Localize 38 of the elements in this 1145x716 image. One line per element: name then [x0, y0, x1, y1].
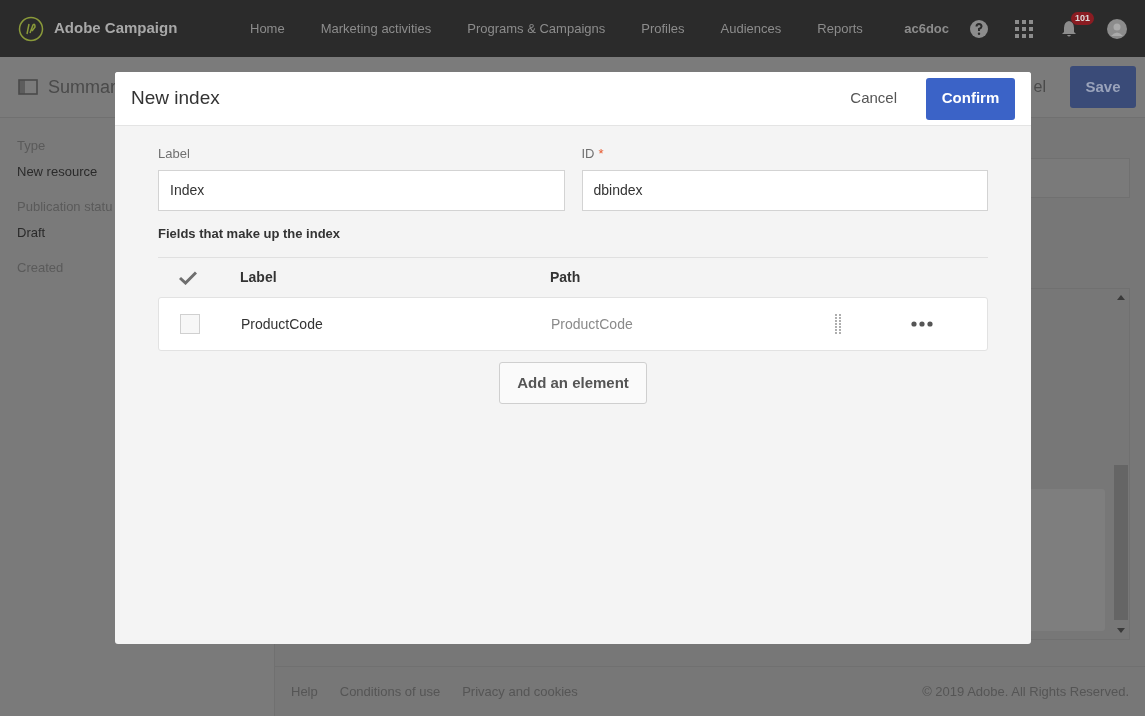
nav-link[interactable]: Audiences	[720, 18, 782, 39]
scroll-down-icon[interactable]	[1117, 628, 1125, 633]
table-row[interactable]: ProductCode ProductCode	[158, 297, 988, 351]
add-element-button[interactable]: Add an element	[499, 362, 647, 404]
nav-link[interactable]: Profiles	[641, 18, 685, 39]
label-input[interactable]: Index	[158, 169, 565, 211]
required-mark: *	[598, 145, 604, 163]
nav-link[interactable]: Reports	[817, 18, 863, 39]
dialog-title: New index	[131, 86, 220, 111]
column-header: Label	[240, 268, 278, 287]
user-name: ac6doc	[904, 19, 949, 38]
help-icon[interactable]	[969, 18, 989, 39]
column-header: Path	[550, 268, 581, 287]
field-value: New resource	[17, 162, 98, 181]
checkmark-icon[interactable]	[179, 270, 197, 285]
table-cell-text: ProductCode	[241, 314, 324, 334]
scroll-up-icon[interactable]	[1117, 295, 1125, 300]
notification-badge: 101	[1071, 11, 1095, 25]
confirm-button[interactable]: Confirm	[926, 77, 1015, 120]
drag-handle-icon[interactable]	[835, 314, 841, 334]
field-label: ID	[581, 145, 595, 163]
id-input[interactable]: dbindex	[581, 169, 988, 211]
brand-name: Adobe Campaign	[54, 18, 179, 39]
nav-link[interactable]: Marketing activities	[320, 18, 432, 39]
sidebar-toggle-icon[interactable]	[18, 79, 38, 95]
field-label: Label	[158, 145, 191, 163]
more-options-icon[interactable]	[911, 321, 933, 327]
field-value: Draft	[17, 223, 46, 242]
avatar-icon[interactable]	[1107, 18, 1127, 39]
row-checkbox[interactable]	[180, 314, 200, 334]
table-cell-text: ProductCode	[551, 314, 634, 334]
nav-link[interactable]: Home	[250, 18, 285, 39]
cancel-button[interactable]: Cancel	[838, 77, 909, 120]
logo-icon	[18, 15, 44, 42]
save-button[interactable]: Save	[1070, 66, 1136, 108]
apps-grid-icon[interactable]	[1015, 19, 1033, 38]
section-title: Fields that make up the index	[158, 224, 342, 243]
nav-link[interactable]: Programs & Campaigns	[467, 18, 606, 39]
